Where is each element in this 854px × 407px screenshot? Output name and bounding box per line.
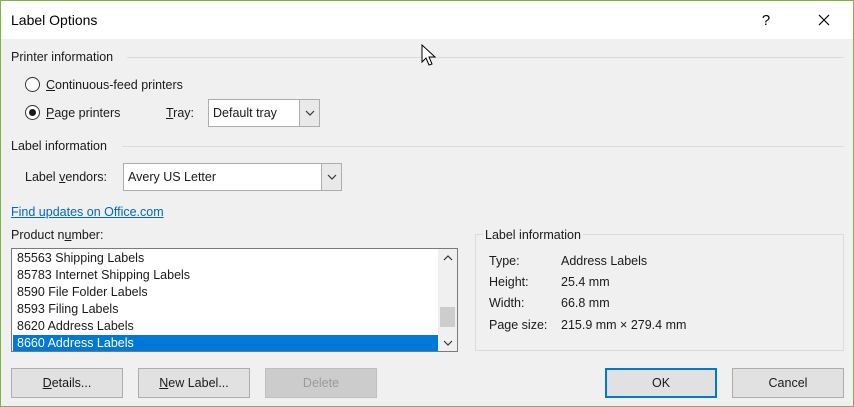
type-label: Type:: [489, 254, 520, 268]
dialog-title: Label Options: [11, 12, 98, 28]
continuous-feed-label[interactable]: Continuous-feed printers: [46, 78, 183, 92]
help-icon: ?: [761, 11, 771, 29]
tray-dropdown-arrow[interactable]: [299, 100, 319, 126]
scroll-up-button[interactable]: [438, 249, 457, 266]
mouse-cursor-icon: [421, 44, 437, 66]
ok-button[interactable]: OK: [605, 368, 717, 398]
delete-button-label: Delete: [302, 376, 340, 390]
section-divider: [122, 146, 844, 147]
width-value: 66.8 mm: [561, 296, 610, 310]
page-printers-label[interactable]: Page printers: [46, 106, 120, 120]
find-updates-link[interactable]: Find updates on Office.com: [11, 205, 164, 219]
scroll-down-button[interactable]: [438, 334, 457, 351]
label-details-heading: Label information: [483, 228, 583, 242]
tray-value: Default tray: [213, 106, 277, 120]
width-label: Width:: [489, 296, 525, 310]
scroll-thumb[interactable]: [440, 307, 455, 327]
list-item[interactable]: 85783 Internet Shipping Labels: [13, 267, 438, 284]
page-size-label: Page size:: [489, 318, 548, 332]
product-number-list[interactable]: 85563 Shipping Labels 85783 Internet Shi…: [11, 248, 458, 352]
label-details-panel: [475, 234, 844, 351]
close-icon: [818, 14, 830, 26]
page-size-value: 215.9 mm × 279.4 mm: [561, 318, 687, 332]
height-value: 25.4 mm: [561, 275, 610, 289]
list-item-selected[interactable]: 8660 Address Labels: [13, 335, 438, 351]
details-button[interactable]: Details...: [11, 368, 123, 398]
cancel-button[interactable]: Cancel: [732, 368, 844, 398]
list-item[interactable]: 8620 Address Labels: [13, 318, 438, 335]
label-info-heading: Label information: [11, 139, 107, 153]
tray-select[interactable]: Default tray: [208, 99, 320, 127]
label-vendors-select[interactable]: Avery US Letter: [123, 163, 342, 191]
new-label-button-label: New Label...: [159, 376, 229, 390]
chevron-down-icon: [305, 110, 314, 116]
vendors-dropdown-arrow[interactable]: [321, 164, 341, 190]
help-button[interactable]: ?: [743, 1, 789, 39]
page-printers-radio[interactable]: [25, 105, 40, 120]
type-value: Address Labels: [561, 254, 648, 268]
section-divider: [127, 57, 844, 58]
list-item[interactable]: 85563 Shipping Labels: [13, 250, 438, 267]
label-vendors-label: Label vendors:: [25, 170, 108, 184]
label-vendors-value: Avery US Letter: [128, 170, 217, 184]
delete-button[interactable]: Delete: [265, 368, 377, 398]
chevron-down-icon: [327, 174, 336, 180]
continuous-feed-radio[interactable]: [25, 77, 40, 92]
close-button[interactable]: [801, 1, 847, 39]
ok-button-label: OK: [651, 376, 671, 390]
list-item[interactable]: 8593 Filing Labels: [13, 301, 438, 318]
list-item[interactable]: 8590 File Folder Labels: [13, 284, 438, 301]
list-scrollbar[interactable]: [438, 249, 457, 351]
tray-label: Tray:: [166, 106, 195, 120]
label-options-dialog: Label Options ? Printer information Cont…: [0, 0, 854, 407]
chevron-down-icon: [443, 340, 452, 346]
product-number-label: Product number:: [11, 228, 104, 242]
chevron-up-icon: [443, 254, 452, 260]
cancel-button-label: Cancel: [768, 376, 808, 390]
new-label-button[interactable]: New Label...: [138, 368, 250, 398]
title-bar: Label Options ?: [1, 1, 853, 39]
height-label: Height:: [489, 275, 529, 289]
details-button-label: Details...: [42, 376, 92, 390]
printer-info-heading: Printer information: [11, 50, 114, 64]
